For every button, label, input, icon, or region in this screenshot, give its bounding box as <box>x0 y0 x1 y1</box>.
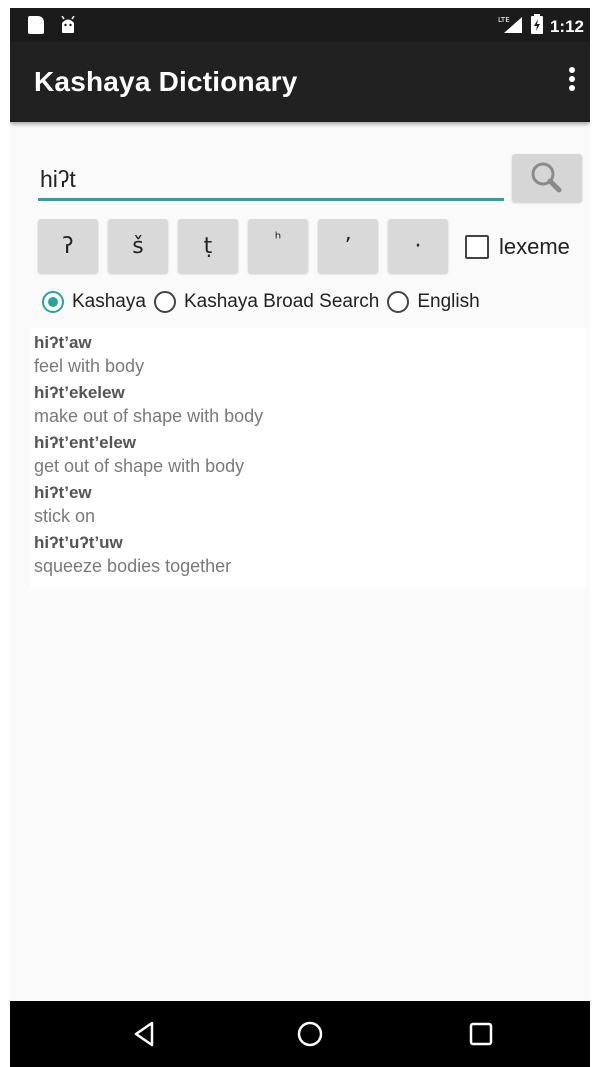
result-word: hiʔt’uʔt’uw <box>34 533 123 552</box>
search-mode-radio-group: Kashaya Kashaya Broad Search English <box>42 291 488 313</box>
checkbox-box[interactable] <box>465 235 489 259</box>
back-icon[interactable] <box>130 1019 160 1049</box>
result-definition: stick on <box>34 506 96 526</box>
list-item[interactable]: hiʔt’ekelew make out of shape with body <box>30 378 586 428</box>
radio-english[interactable]: English <box>387 291 480 313</box>
result-definition: make out of shape with body <box>34 406 264 426</box>
key-aspiration[interactable]: ʰ <box>248 219 308 273</box>
battery-charging-icon <box>530 14 544 39</box>
android-notification-icon <box>60 15 76 34</box>
radio-kashaya[interactable]: Kashaya <box>42 291 146 313</box>
app-title: Kashaya Dictionary <box>34 66 298 97</box>
result-word: hiʔt’ekelew <box>34 383 125 402</box>
status-time: 1:12 <box>549 16 584 36</box>
lexeme-label: lexeme <box>499 234 570 259</box>
search-input[interactable] <box>38 160 504 201</box>
result-definition: feel with body <box>34 356 145 376</box>
search-button[interactable] <box>512 154 582 202</box>
key-s-caron[interactable]: š <box>108 219 168 273</box>
key-middle-dot[interactable]: · <box>388 219 448 273</box>
radio-button[interactable] <box>387 291 410 313</box>
lexeme-checkbox[interactable]: lexeme <box>465 234 570 260</box>
key-t-dot[interactable]: ṭ <box>178 219 238 273</box>
radio-button[interactable] <box>42 291 64 313</box>
character-keys: ʔ š ṭ ʰ ʼ · <box>38 219 448 273</box>
key-apostrophe[interactable]: ʼ <box>318 219 378 273</box>
phone-screen: LTE 1:12 Kashaya Dictionary hiʔt ʔ š ṭ ʰ… <box>10 8 590 1067</box>
status-bar: LTE 1:12 <box>10 8 590 42</box>
list-item[interactable]: hiʔt’ent’elew get out of shape with body <box>30 428 586 478</box>
radio-label: Kashaya <box>72 291 146 312</box>
radio-label: Kashaya Broad Search <box>183 291 380 312</box>
result-word: hiʔt’ew <box>34 483 92 502</box>
radio-button[interactable] <box>153 291 176 313</box>
list-item[interactable]: hiʔt’aw feel with body <box>30 328 586 378</box>
home-icon[interactable] <box>295 1019 325 1049</box>
result-word: hiʔt’aw <box>34 333 92 352</box>
radio-label: English <box>417 291 480 312</box>
more-vert-icon[interactable] <box>560 64 584 100</box>
key-glottal-stop[interactable]: ʔ <box>38 219 98 273</box>
result-definition: get out of shape with body <box>34 456 245 476</box>
lte-signal-icon: LTE <box>498 14 524 39</box>
search-icon <box>531 162 562 193</box>
recent-apps-icon[interactable] <box>466 1019 496 1049</box>
navigation-bar <box>10 1001 590 1067</box>
list-item[interactable]: hiʔt’uʔt’uw squeeze bodies together <box>30 528 586 578</box>
results-list: hiʔt’aw feel with body hiʔt’ekelew make … <box>30 328 586 588</box>
svg-text:LTE: LTE <box>498 16 510 24</box>
sd-card-icon <box>28 16 44 34</box>
result-word: hiʔt’ent’elew <box>34 433 137 452</box>
list-item[interactable]: hiʔt’ew stick on <box>30 478 586 528</box>
radio-kashaya-broad-search[interactable]: Kashaya Broad Search <box>153 291 380 313</box>
result-definition: squeeze bodies together <box>34 556 232 576</box>
app-bar: Kashaya Dictionary <box>10 42 590 122</box>
